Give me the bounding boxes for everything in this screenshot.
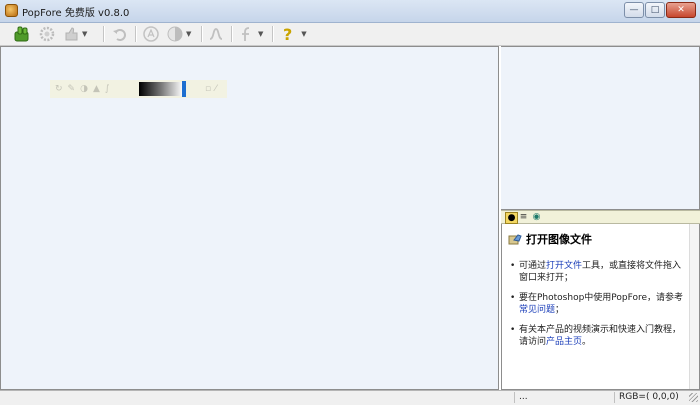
list-item: • 可通过打开文件工具，或直接将文件拖入窗口来打开； xyxy=(510,260,688,284)
chevron-down-icon: ▼ xyxy=(301,30,307,38)
bullet-icon: • xyxy=(510,293,516,303)
close-button[interactable]: ✕ xyxy=(666,2,696,18)
help-icon: ? xyxy=(283,24,293,44)
toolbar-separator xyxy=(231,26,233,42)
bullet-icon: • xyxy=(510,261,516,271)
rgb-readout: RGB=( 0,0,0) xyxy=(614,392,689,403)
homepage-link[interactable]: 产品主页 xyxy=(546,337,582,347)
gradient-bar[interactable] xyxy=(139,82,183,96)
title-bar: PopFore 免费版 v0.8.0 — □ ✕ xyxy=(0,0,700,23)
window-title: PopFore 免费版 v0.8.0 xyxy=(22,8,130,19)
faq-link[interactable]: 常见问题 xyxy=(519,305,555,315)
preview-panel xyxy=(501,46,700,210)
f-stroke-button[interactable]: ▼ xyxy=(238,25,263,43)
half-circle-button[interactable]: ▼ xyxy=(166,25,191,43)
undo-icon xyxy=(113,29,126,41)
rotate-icon[interactable]: ↻ xyxy=(55,84,63,94)
gear-icon xyxy=(39,26,55,42)
chevron-down-icon: ▼ xyxy=(186,30,192,38)
chevron-down-icon: ▼ xyxy=(82,30,88,38)
lightbulb-tab-icon[interactable]: ● xyxy=(505,212,518,224)
thumb-icon xyxy=(65,27,78,41)
curve-button[interactable] xyxy=(207,25,225,43)
f-stroke-icon xyxy=(242,27,250,41)
square-icon[interactable]: ▫ xyxy=(205,84,211,94)
toolbar-separator xyxy=(272,26,274,42)
hand-thumbs-icon xyxy=(14,26,29,42)
list-item: • 要在Photoshop中使用PopFore，请参考常见问题； xyxy=(510,292,688,316)
minimize-button[interactable]: — xyxy=(624,2,644,18)
open-file-hand-icon xyxy=(508,234,522,245)
list-tab-icon[interactable]: ≡ xyxy=(518,212,529,222)
help-text: 要在Photoshop中使用PopFore，请参考 xyxy=(519,293,684,303)
gradient-marker[interactable] xyxy=(182,81,186,97)
help-scrollbar[interactable] xyxy=(689,224,699,389)
bullet-icon: • xyxy=(510,325,516,335)
toolbar-separator xyxy=(103,26,105,42)
resize-grip-icon[interactable] xyxy=(689,393,698,402)
toolbar-separator xyxy=(135,26,137,42)
maximize-button[interactable]: □ xyxy=(645,2,665,18)
thumb-button[interactable]: ▼ xyxy=(62,25,87,43)
help-list: • 可通过打开文件工具，或直接将文件拖入窗口来打开； • 要在Photoshop… xyxy=(510,260,688,356)
help-title: 打开图像文件 xyxy=(526,233,592,246)
brush-icon[interactable]: ✎ xyxy=(68,84,76,94)
status-bar: ... RGB=( 0,0,0) xyxy=(0,390,700,405)
help-panel: 打开图像文件 • 可通过打开文件工具，或直接将文件拖入窗口来打开； • 要在Ph… xyxy=(501,224,700,390)
wand-icon[interactable]: ⁄ xyxy=(215,84,217,94)
panel-tabs: ● ≡ ◉ xyxy=(501,210,700,224)
status-cell-info: ... xyxy=(514,392,609,403)
half-circle-icon xyxy=(167,26,183,42)
floating-tool-palette: ↻ ✎ ◑ ▲ ∫ ▫ ⁄ xyxy=(50,80,227,98)
help-text: ； xyxy=(555,305,565,315)
circle-a-button[interactable] xyxy=(142,25,160,43)
circle-a-icon xyxy=(143,26,159,42)
help-text: 可通过 xyxy=(519,261,547,271)
app-logo-icon xyxy=(5,4,18,17)
help-text: 。 xyxy=(582,337,592,347)
list-item: • 有关本产品的视频演示和快速入门教程，请访问产品主页。 xyxy=(510,324,688,348)
help-button[interactable]: ? ▼ xyxy=(283,24,307,44)
open-file-link[interactable]: 打开文件 xyxy=(546,261,582,271)
undo-button[interactable] xyxy=(111,25,129,43)
cone-icon[interactable]: ▲ xyxy=(93,84,100,94)
gear-button[interactable] xyxy=(38,25,56,43)
hand-thumbs-button[interactable] xyxy=(12,25,32,43)
main-toolbar: ▼ ▼ ▼ ? ▼ xyxy=(0,23,700,46)
toolbar-separator xyxy=(201,26,203,42)
circle-icon[interactable]: ◑ xyxy=(80,84,88,94)
help-header: 打开图像文件 xyxy=(508,231,592,247)
chevron-down-icon: ▼ xyxy=(258,30,264,38)
eye-tab-icon[interactable]: ◉ xyxy=(531,212,542,222)
curve-icon xyxy=(209,28,223,40)
curve-icon[interactable]: ∫ xyxy=(105,84,110,94)
canvas-area[interactable]: ↻ ✎ ◑ ▲ ∫ ▫ ⁄ xyxy=(0,46,499,390)
window-controls: — □ ✕ xyxy=(623,2,696,19)
help-text: 有关本产品的视频演示和快速入门教程，请访问 xyxy=(519,325,682,347)
